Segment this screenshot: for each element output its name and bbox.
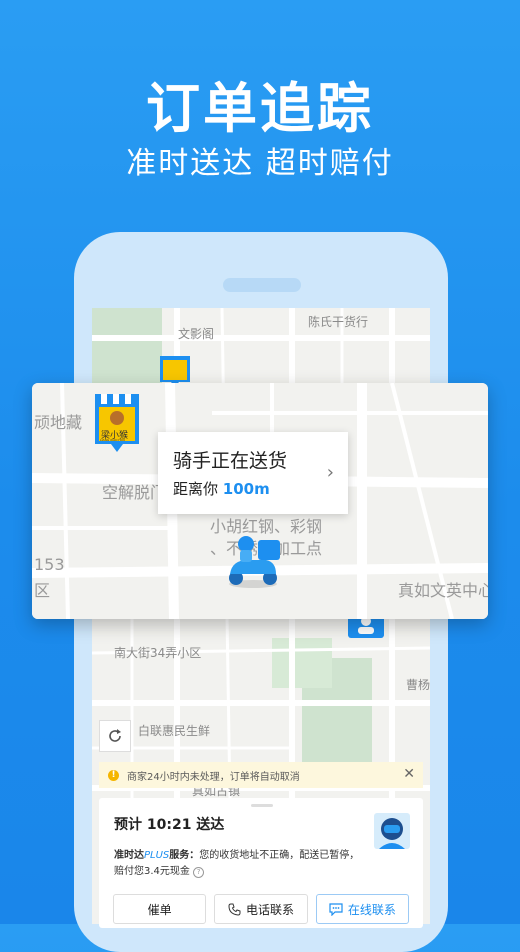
- service-name: 准时达: [114, 850, 144, 861]
- refresh-button[interactable]: [99, 720, 131, 752]
- shop-marker[interactable]: 梁小猴 LIANG XIAO HOU: [93, 390, 141, 452]
- status-title: 骑手正在送货: [173, 450, 288, 472]
- service-suffix: 服务：: [169, 850, 200, 861]
- service-plus-badge: PLUS: [144, 850, 170, 861]
- chevron-right-icon: ›: [326, 462, 334, 483]
- zoom-label-1: 顽地藏: [34, 413, 83, 432]
- map-label-1: 文影阁: [178, 327, 215, 341]
- promo-headline: 订单追踪: [146, 77, 374, 140]
- courier-scooter-icon: [229, 536, 280, 588]
- zoom-label-7: 真如文英中心: [398, 581, 488, 600]
- delivery-status-card[interactable]: 骑手正在送货 距离你 100m ›: [158, 432, 348, 514]
- map-label-3: 南大街34弄小区: [114, 646, 202, 660]
- online-chat-button[interactable]: 在线联系: [315, 894, 409, 924]
- sheet-handle[interactable]: [251, 804, 273, 807]
- map-label-4: 白联惠民生鲜: [138, 724, 211, 738]
- urge-order-button[interactable]: 催单: [113, 894, 207, 924]
- auto-cancel-notice: ! 商家24小时内未处理，订单将自动取消 ✕: [99, 762, 423, 788]
- phone-speaker: [223, 278, 301, 292]
- order-bottom-sheet: 预计 10:21 送达 准时达PLUS服务：您的收货地址不正确，配送已暂停，赔付…: [99, 798, 423, 928]
- close-icon[interactable]: ✕: [403, 766, 415, 782]
- status-distance: 距离你 100m: [173, 478, 270, 499]
- chat-icon: [329, 902, 343, 916]
- zoom-label-2: 空解脱门: [102, 483, 167, 502]
- zoom-label-6: 区: [34, 581, 51, 600]
- help-icon[interactable]: ?: [193, 867, 205, 878]
- distance-value: 100m: [222, 480, 270, 498]
- warning-icon: !: [108, 769, 119, 781]
- zoom-label-5: 153: [34, 555, 65, 574]
- phone-icon: [228, 903, 241, 916]
- urge-order-label: 催单: [147, 902, 172, 917]
- map-label-2: 陈氏干货行: [308, 315, 369, 329]
- refresh-icon: [109, 729, 121, 742]
- phone-contact-label: 电话联系: [245, 902, 294, 917]
- shop-name-en: LIANG XIAO HOU: [100, 438, 126, 442]
- courier-avatar-icon[interactable]: [374, 813, 410, 849]
- map-label-5: 曹杨: [406, 678, 430, 692]
- action-bar: 催单 电话联系 在线联系: [99, 894, 423, 928]
- notice-text: 商家24小时内未处理，订单将自动取消: [127, 771, 300, 783]
- online-chat-label: 在线联系: [347, 902, 396, 917]
- shop-storefront-icon: [95, 394, 139, 452]
- service-description: 准时达PLUS服务：您的收货地址不正确，配送已暂停，赔付您3.4元现金 ?: [114, 848, 364, 880]
- promo-subline: 准时送达 超时赔付: [126, 146, 394, 181]
- distance-label: 距离你: [173, 480, 219, 498]
- phone-contact-button[interactable]: 电话联系: [214, 894, 308, 924]
- eta-text: 预计 10:21 送达: [114, 817, 225, 833]
